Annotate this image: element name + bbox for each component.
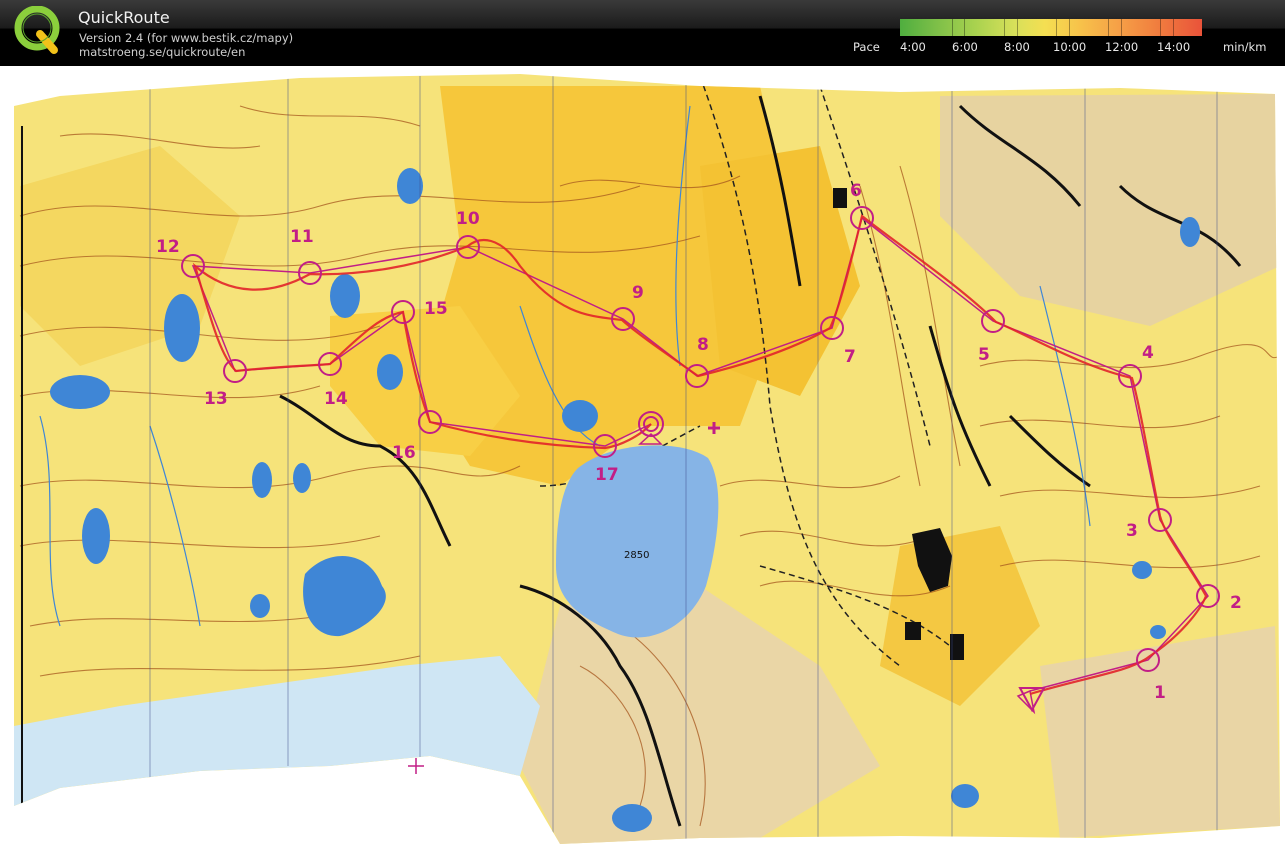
control-number: 9 xyxy=(632,283,644,303)
control-number: 4 xyxy=(1142,343,1154,363)
pace-tick: 6:00 xyxy=(952,40,978,54)
pace-tick: 8:00 xyxy=(1004,40,1030,54)
orienteering-map: 2850 xyxy=(14,74,1280,844)
pace-tick: 12:00 xyxy=(1105,40,1139,54)
control-number: 6 xyxy=(850,181,862,201)
control-number: 2 xyxy=(1230,593,1242,613)
control-number: 12 xyxy=(156,237,180,257)
control-number: 7 xyxy=(844,347,856,367)
pace-label: Pace xyxy=(853,40,880,54)
pace-tick: 10:00 xyxy=(1053,40,1087,54)
pace-legend: Pace 4:00 6:00 8:00 10:00 12:00 14:00 mi… xyxy=(0,0,1285,66)
control-number: 1 xyxy=(1154,683,1166,703)
map-cross-marker xyxy=(408,758,424,774)
pace-tick: 4:00 xyxy=(900,40,926,54)
control-number: 11 xyxy=(290,227,314,247)
control-number: 3 xyxy=(1126,521,1138,541)
control-number: 16 xyxy=(392,443,416,463)
map-canvas[interactable]: 2850 1 2 3 4 5 6 7 8 9 10 11 12 13 14 15… xyxy=(0,66,1285,866)
pace-tick: 14:00 xyxy=(1157,40,1191,54)
control-number: 5 xyxy=(978,345,990,365)
control-number: 13 xyxy=(204,389,228,409)
pace-color-bar xyxy=(900,19,1202,36)
lake-elevation-label: 2850 xyxy=(624,550,649,561)
control-number: 14 xyxy=(324,389,348,409)
title-bar: QuickRoute Version 2.4 (for www.bestik.c… xyxy=(0,0,1285,66)
control-number: 10 xyxy=(456,209,480,229)
control-number: 17 xyxy=(595,465,619,485)
control-number: 8 xyxy=(697,335,709,355)
pace-unit: min/km xyxy=(1223,40,1267,54)
control-number: 15 xyxy=(424,299,448,319)
